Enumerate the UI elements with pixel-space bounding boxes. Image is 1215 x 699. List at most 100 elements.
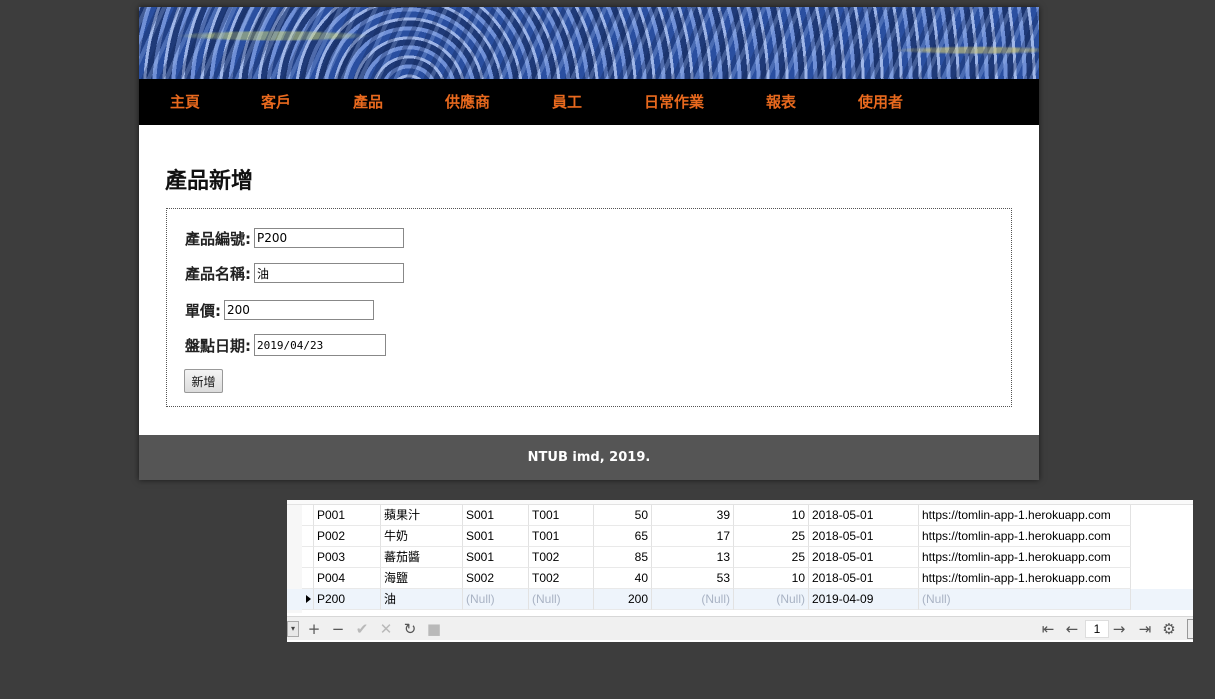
database-grid-panel: P001 蘋果汁 S001 T001 50 39 10 2018-05-01 https://t… <box>287 500 1193 642</box>
nav-item-employees[interactable]: 員工 <box>552 79 582 125</box>
stop-icon[interactable]: ■ <box>424 619 444 639</box>
cell-safety-stock[interactable]: 10 <box>734 505 809 526</box>
cell-url[interactable]: https://tomlin-app-1.herokuapp.com <box>919 547 1131 568</box>
product-id-label: 產品編號: <box>185 229 251 248</box>
cell-product-id[interactable]: P004 <box>314 568 381 589</box>
cell-type-id[interactable]: T002 <box>529 547 594 568</box>
cell-safety-stock[interactable]: (Null) <box>734 589 809 610</box>
product-name-row: 產品名稱: <box>185 262 404 284</box>
web-page: 主頁 客戶 產品 供應商 員工 日常作業 報表 使用者 產品新增 產品編號: 產… <box>139 7 1039 480</box>
cell-safety-stock[interactable]: 10 <box>734 568 809 589</box>
plus-icon[interactable]: + <box>304 619 324 639</box>
page-number[interactable]: 1 <box>1085 620 1109 638</box>
product-name-input[interactable] <box>254 263 404 283</box>
first-page-icon[interactable]: ⇤ <box>1038 619 1058 639</box>
cell-price[interactable]: 65 <box>594 526 652 547</box>
cell-date[interactable]: 2018-05-01 <box>809 568 919 589</box>
cell-date[interactable]: 2018-05-01 <box>809 547 919 568</box>
cell-supplier-id[interactable]: S001 <box>463 547 529 568</box>
price-row: 單價: <box>185 299 374 321</box>
cell-stock[interactable]: 13 <box>652 547 734 568</box>
page-title: 產品新增 <box>165 169 254 194</box>
nav-item-reports[interactable]: 報表 <box>766 79 796 125</box>
nav-item-daily-operations[interactable]: 日常作業 <box>644 79 704 125</box>
footer: NTUB imd, 2019. <box>139 435 1039 480</box>
row-indicator[interactable] <box>302 505 314 526</box>
toolbar-dropdown-icon[interactable]: ▾ <box>287 621 299 637</box>
cell-url[interactable]: https://tomlin-app-1.herokuapp.com <box>919 526 1131 547</box>
cell-date[interactable]: 2019-04-09 <box>809 589 919 610</box>
cell-type-id[interactable]: T001 <box>529 526 594 547</box>
cell-price[interactable]: 200 <box>594 589 652 610</box>
price-input[interactable] <box>224 300 374 320</box>
product-name-label: 產品名稱: <box>185 264 251 283</box>
product-add-form: 產品編號: 產品名稱: 單價: 盤點日期: 新增 <box>166 208 1012 407</box>
cell-date[interactable]: 2018-05-01 <box>809 526 919 547</box>
cell-type-id[interactable]: T001 <box>529 505 594 526</box>
toolbar-edge <box>1187 619 1193 639</box>
cell-stock[interactable]: 53 <box>652 568 734 589</box>
cell-safety-stock[interactable]: 25 <box>734 526 809 547</box>
nav-item-products[interactable]: 產品 <box>353 79 383 125</box>
refresh-icon[interactable]: ↻ <box>400 619 420 639</box>
cell-price[interactable]: 40 <box>594 568 652 589</box>
cell-date[interactable]: 2018-05-01 <box>809 505 919 526</box>
cell-supplier-id[interactable]: S001 <box>463 505 529 526</box>
inventory-date-row: 盤點日期: <box>185 334 386 356</box>
table-row[interactable]: P002 牛奶 S001 T001 65 17 25 2018-05-01 https://to… <box>287 526 1193 547</box>
cell-product-name[interactable]: 蕃茄醬 <box>381 547 463 568</box>
next-page-icon[interactable]: → <box>1109 619 1129 639</box>
cell-stock[interactable]: (Null) <box>652 589 734 610</box>
row-indicator[interactable] <box>302 526 314 547</box>
cell-safety-stock[interactable]: 25 <box>734 547 809 568</box>
cell-price[interactable]: 50 <box>594 505 652 526</box>
cell-product-name[interactable]: 牛奶 <box>381 526 463 547</box>
cell-stock[interactable]: 39 <box>652 505 734 526</box>
nav-item-suppliers[interactable]: 供應商 <box>445 79 490 125</box>
data-grid[interactable]: P001 蘋果汁 S001 T001 50 39 10 2018-05-01 https://t… <box>287 500 1193 613</box>
cell-stock[interactable]: 17 <box>652 526 734 547</box>
cell-product-name[interactable]: 海鹽 <box>381 568 463 589</box>
current-row-indicator-icon[interactable] <box>302 589 314 610</box>
cell-supplier-id[interactable]: S001 <box>463 526 529 547</box>
cell-url[interactable]: (Null) <box>919 589 1131 610</box>
cell-supplier-id[interactable]: (Null) <box>463 589 529 610</box>
prev-page-icon[interactable]: ← <box>1062 619 1082 639</box>
cell-supplier-id[interactable]: S002 <box>463 568 529 589</box>
cell-product-name[interactable]: 蘋果汁 <box>381 505 463 526</box>
grid-toolbar: ▾ + − ✔ ✕ ↻ ■ ⇤ ← 1 → ⇥ ⚙ <box>287 616 1193 640</box>
last-page-icon[interactable]: ⇥ <box>1135 619 1155 639</box>
cell-url[interactable]: https://tomlin-app-1.herokuapp.com <box>919 505 1131 526</box>
cross-icon[interactable]: ✕ <box>376 619 396 639</box>
price-label: 單價: <box>185 301 221 320</box>
cell-product-id[interactable]: P003 <box>314 547 381 568</box>
nav-item-home[interactable]: 主頁 <box>170 79 200 125</box>
table-row[interactable]: P001 蘋果汁 S001 T001 50 39 10 2018-05-01 https://t… <box>287 505 1193 526</box>
add-button[interactable]: 新增 <box>184 369 223 393</box>
gear-icon[interactable]: ⚙ <box>1159 619 1179 639</box>
cell-price[interactable]: 85 <box>594 547 652 568</box>
cell-product-id[interactable]: P002 <box>314 526 381 547</box>
inventory-date-input[interactable] <box>254 334 386 356</box>
table-row[interactable]: P200 油 (Null) (Null) 200 (Null) (Null) 2019-04-… <box>287 589 1193 610</box>
minus-icon[interactable]: − <box>328 619 348 639</box>
check-icon[interactable]: ✔ <box>352 619 372 639</box>
inventory-date-label: 盤點日期: <box>185 336 251 355</box>
cell-product-id[interactable]: P200 <box>314 589 381 610</box>
product-id-input[interactable] <box>254 228 404 248</box>
cell-type-id[interactable]: T002 <box>529 568 594 589</box>
table-row[interactable]: P003 蕃茄醬 S001 T002 85 13 25 2018-05-01 https://t… <box>287 547 1193 568</box>
nav-item-customers[interactable]: 客戶 <box>261 79 291 125</box>
table-row[interactable]: P004 海鹽 S002 T002 40 53 10 2018-05-01 https://to… <box>287 568 1193 589</box>
product-id-row: 產品編號: <box>185 227 404 249</box>
banner-image <box>139 7 1039 79</box>
cell-type-id[interactable]: (Null) <box>529 589 594 610</box>
row-indicator[interactable] <box>302 547 314 568</box>
main-content: 產品新增 產品編號: 產品名稱: 單價: 盤點日期: 新增 <box>139 125 1039 435</box>
cell-product-name[interactable]: 油 <box>381 589 463 610</box>
nav-item-users[interactable]: 使用者 <box>858 79 903 125</box>
row-indicator[interactable] <box>302 568 314 589</box>
cell-url[interactable]: https://tomlin-app-1.herokuapp.com <box>919 568 1131 589</box>
cell-product-id[interactable]: P001 <box>314 505 381 526</box>
top-nav: 主頁 客戶 產品 供應商 員工 日常作業 報表 使用者 <box>139 79 1039 125</box>
